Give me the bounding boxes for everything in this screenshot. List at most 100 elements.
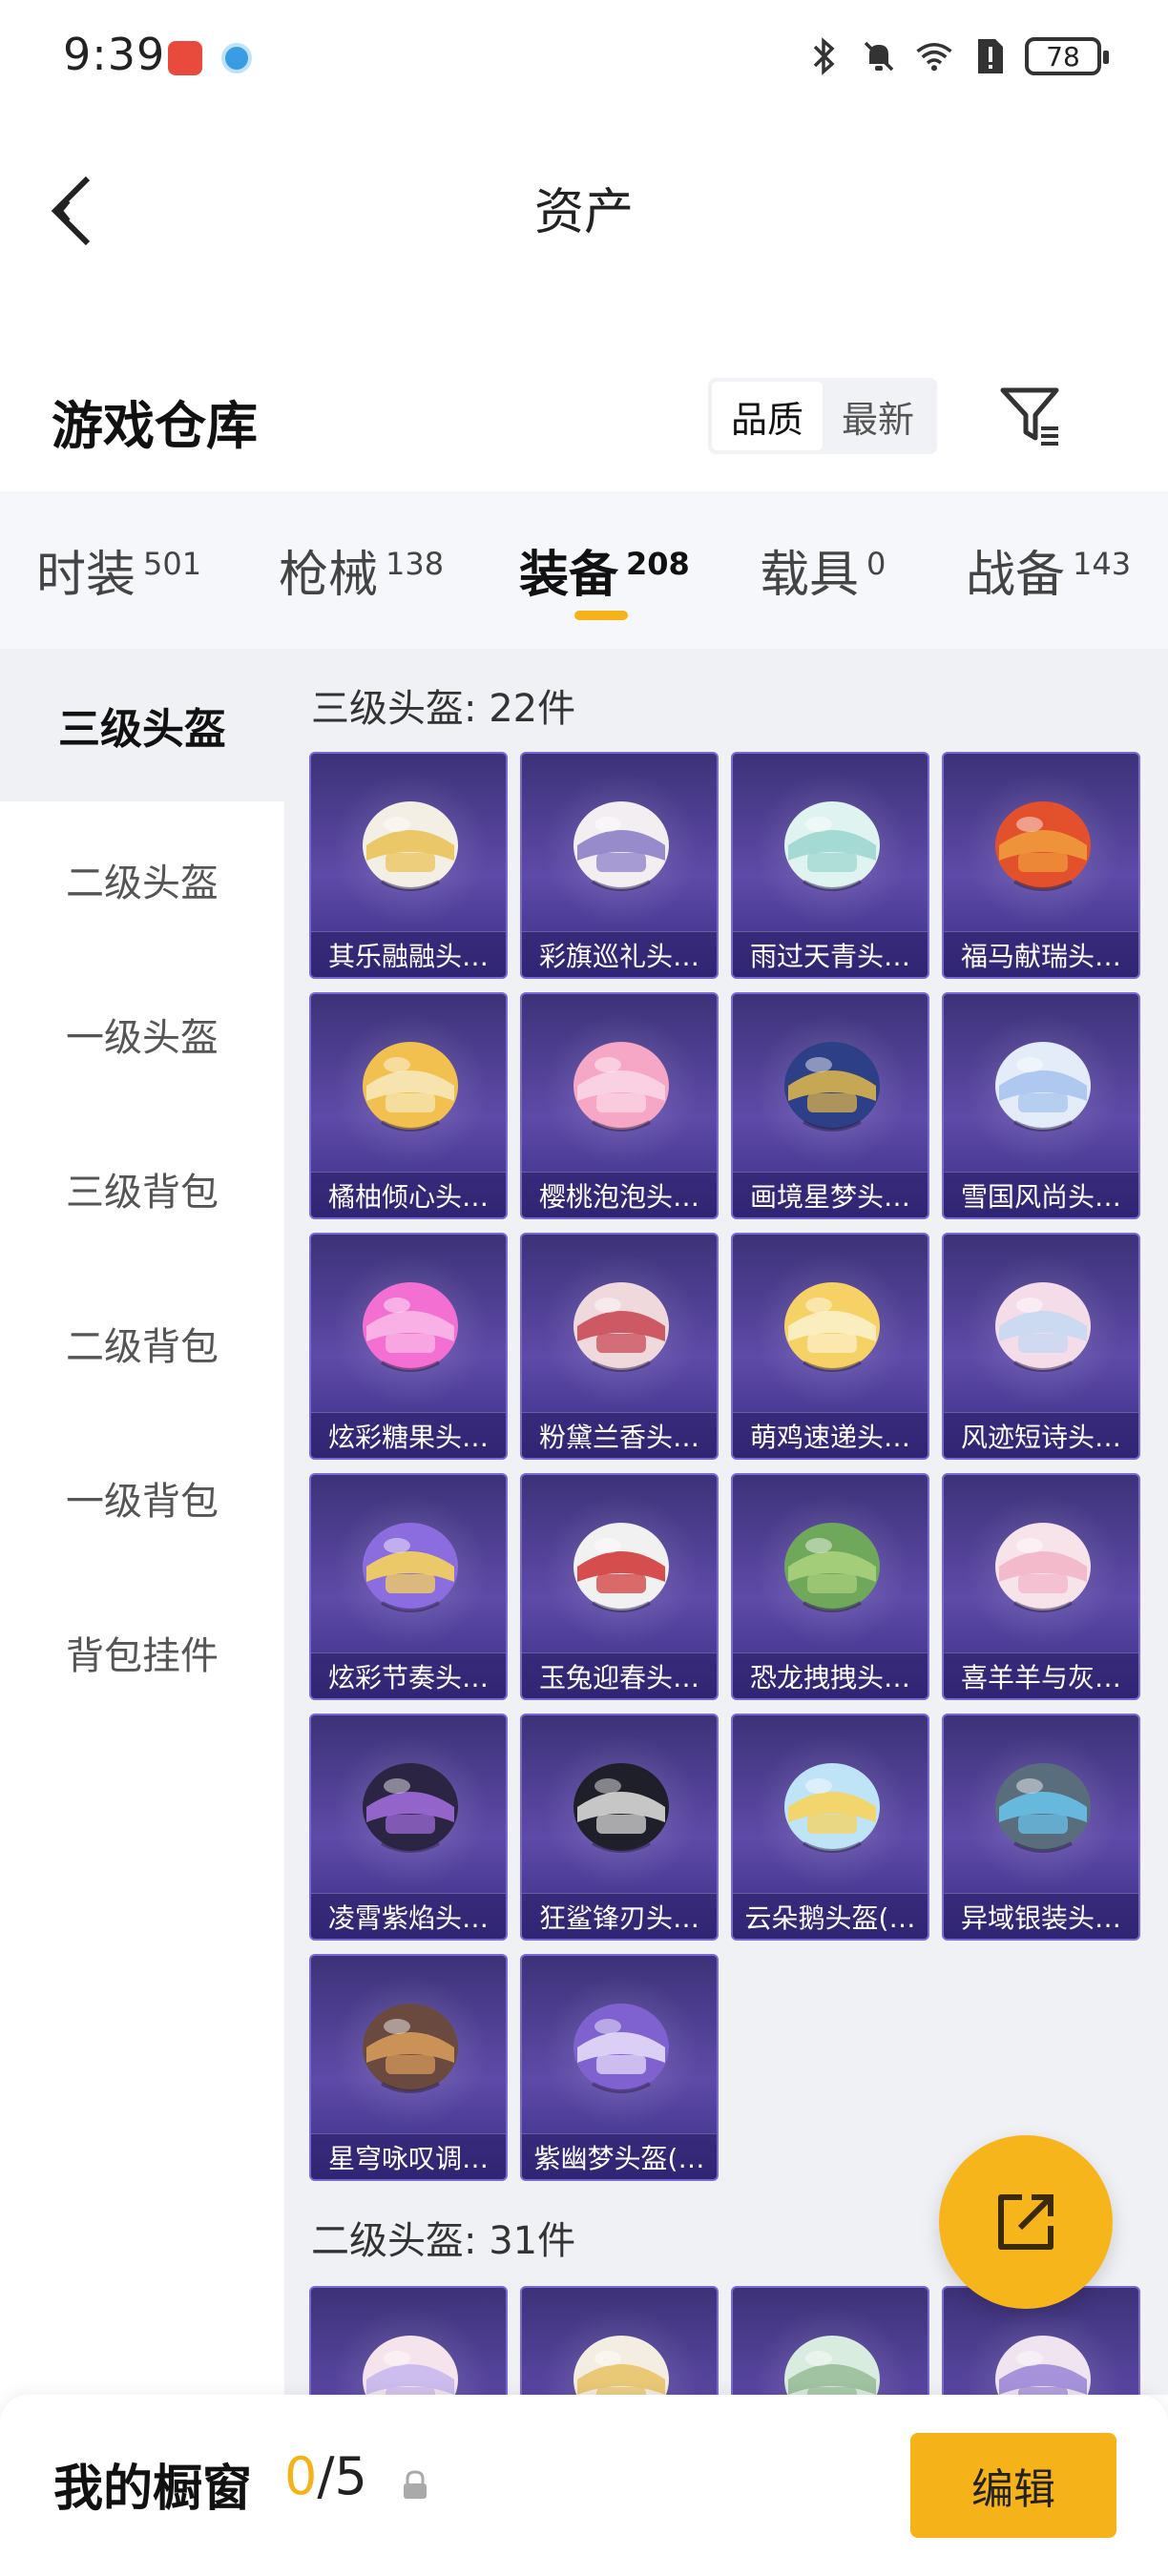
card-label: 云朵鹅头盔(… <box>733 1893 928 1939</box>
status-icons: 78 <box>803 32 1109 80</box>
tab-count: 138 <box>386 546 445 582</box>
card-label: 画境星梦头… <box>733 1172 928 1217</box>
helmet-card[interactable]: 福马献瑞头… <box>942 752 1140 979</box>
warehouse-header: 游戏仓库 品质 最新 <box>0 343 1168 487</box>
sort-option-quality[interactable]: 品质 <box>712 382 823 450</box>
helmet-card[interactable]: 萌鸡速递头… <box>731 1233 929 1460</box>
helmet-card[interactable]: 紫幽梦头盔(… <box>520 1954 719 2181</box>
card-label: 其乐融融头… <box>311 931 506 977</box>
showcase-total: /5 <box>317 2446 367 2506</box>
active-tab-indicator <box>574 611 628 620</box>
card-label: 喜羊羊与灰… <box>944 1652 1138 1698</box>
side-item-level2-backpack[interactable]: 二级背包 <box>0 1267 284 1420</box>
item-list[interactable]: 三级头盔: 22件 其乐融融头… 彩旗巡礼头… 雨过天青头… 福马献瑞头… 橘柚倾心头…… <box>284 649 1168 2395</box>
helmet-image <box>574 2004 669 2093</box>
helmet-card[interactable]: 樱桃泡泡头… <box>520 992 719 1219</box>
card-label: 紫幽梦头盔(… <box>522 2133 717 2179</box>
side-item-backpack-charm[interactable]: 背包挂件 <box>0 1576 284 1729</box>
helmet-card[interactable]: 雨过天青头… <box>731 752 929 979</box>
tab-supplies[interactable]: 战备 143 <box>966 534 1131 606</box>
tab-count: 501 <box>143 546 202 582</box>
alert-card-icon <box>970 36 1010 76</box>
helmet-card[interactable]: 异域银装头… <box>942 1714 1140 1941</box>
helmet-image <box>784 1282 880 1372</box>
section-title-level2-helmet: 二级头盔: 31件 <box>311 2219 576 2263</box>
helmet-card[interactable]: 炫彩糖果头… <box>309 1233 508 1460</box>
share-button[interactable] <box>939 2135 1113 2309</box>
filter-button[interactable] <box>992 378 1069 454</box>
helmet-image <box>363 1523 458 1612</box>
helmet-image <box>995 1282 1091 1372</box>
helmet-image <box>995 1763 1091 1853</box>
lock-icon <box>399 2469 431 2502</box>
helmet-card[interactable]: 云朵鹅头盔(… <box>731 1714 929 1941</box>
status-bar: 9:39 78 <box>0 0 1168 113</box>
card-label: 玉兔迎春头… <box>522 1652 717 1698</box>
helmet-image <box>574 1763 669 1853</box>
side-item-level3-helmet[interactable]: 三级头盔 <box>0 649 284 801</box>
notification-app-icon <box>168 41 202 75</box>
edit-button[interactable]: 编辑 <box>910 2433 1116 2538</box>
section-title-level3-helmet: 三级头盔: 22件 <box>311 687 576 731</box>
helmet-image <box>995 1523 1091 1612</box>
card-label: 福马献瑞头… <box>944 931 1138 977</box>
helmet-card[interactable]: 其乐融融头… <box>309 752 508 979</box>
helmet-image <box>784 1042 880 1132</box>
helmet-image <box>574 801 669 891</box>
side-nav: 三级头盔 二级头盔 一级头盔 三级背包 二级背包 一级背包 背包挂件 <box>0 649 284 2395</box>
helmet-card[interactable]: 雪国风尚头… <box>942 992 1140 1219</box>
share-external-icon <box>998 2194 1053 2250</box>
tab-count: 208 <box>626 546 690 582</box>
helmet-card[interactable] <box>309 2286 508 2395</box>
card-label: 风迹短诗头… <box>944 1412 1138 1458</box>
tab-label: 枪械 <box>279 547 379 604</box>
helmet-card[interactable]: 橘柚倾心头… <box>309 992 508 1219</box>
helmet-card[interactable] <box>731 2286 929 2395</box>
helmet-card[interactable]: 彩旗巡礼头… <box>520 752 719 979</box>
card-label: 粉黛兰香头… <box>522 1412 717 1458</box>
card-label: 橘柚倾心头… <box>311 1172 506 1217</box>
warehouse-title: 游戏仓库 <box>52 396 258 456</box>
tab-fashion[interactable]: 时装 501 <box>36 534 201 606</box>
helmet-card[interactable] <box>520 2286 719 2395</box>
helmet-image <box>363 2004 458 2093</box>
app-header: 资产 <box>0 113 1168 294</box>
helmet-card[interactable]: 喜羊羊与灰… <box>942 1473 1140 1700</box>
helmet-card[interactable]: 炫彩节奏头… <box>309 1473 508 1700</box>
helmet-image <box>574 1042 669 1132</box>
helmet-card[interactable]: 恐龙拽拽头… <box>731 1473 929 1700</box>
helmet-image <box>363 801 458 891</box>
helmet-image <box>363 1042 458 1132</box>
card-label: 凌霄紫焰头… <box>311 1893 506 1939</box>
sort-option-newest[interactable]: 最新 <box>823 382 933 450</box>
helmet-image <box>574 1523 669 1612</box>
helmet-card[interactable]: 凌霄紫焰头… <box>309 1714 508 1941</box>
helmet-image <box>784 801 880 891</box>
tab-label: 时装 <box>36 547 136 604</box>
helmet-image <box>363 2336 458 2395</box>
helmet-card[interactable]: 狂鲨锋刃头… <box>520 1714 719 1941</box>
tab-equipment[interactable]: 装备 208 <box>519 534 690 606</box>
bottom-bar: 我的橱窗 0/5 编辑 <box>0 2395 1168 2576</box>
status-time: 9:39 <box>63 29 166 80</box>
tab-label: 载具 <box>760 547 860 604</box>
showcase-label: 我的橱窗 <box>53 2461 253 2518</box>
helmet-card[interactable]: 画境星梦头… <box>731 992 929 1219</box>
helmet-card[interactable]: 玉兔迎春头… <box>520 1473 719 1700</box>
helmet-card[interactable]: 风迹短诗头… <box>942 1233 1140 1460</box>
tab-weapons[interactable]: 枪械 138 <box>279 534 444 606</box>
item-grid: 其乐融融头… 彩旗巡礼头… 雨过天青头… 福马献瑞头… 橘柚倾心头… 樱桃泡泡头… 画境星梦… <box>309 752 1140 2181</box>
side-item-level1-backpack[interactable]: 一级背包 <box>0 1422 284 1574</box>
card-label: 萌鸡速递头… <box>733 1412 928 1458</box>
helmet-image <box>995 801 1091 891</box>
side-item-level3-backpack[interactable]: 三级背包 <box>0 1112 284 1265</box>
tab-vehicles[interactable]: 载具 0 <box>760 534 886 606</box>
side-item-level2-helmet[interactable]: 二级头盔 <box>0 803 284 956</box>
card-label: 恐龙拽拽头… <box>733 1652 928 1698</box>
helmet-image <box>363 1763 458 1853</box>
side-item-level1-helmet[interactable]: 一级头盔 <box>0 958 284 1111</box>
filter-icon <box>1000 387 1059 446</box>
helmet-card[interactable]: 粉黛兰香头… <box>520 1233 719 1460</box>
helmet-card[interactable]: 星穹咏叹调… <box>309 1954 508 2181</box>
mute-bell-icon <box>859 36 899 76</box>
